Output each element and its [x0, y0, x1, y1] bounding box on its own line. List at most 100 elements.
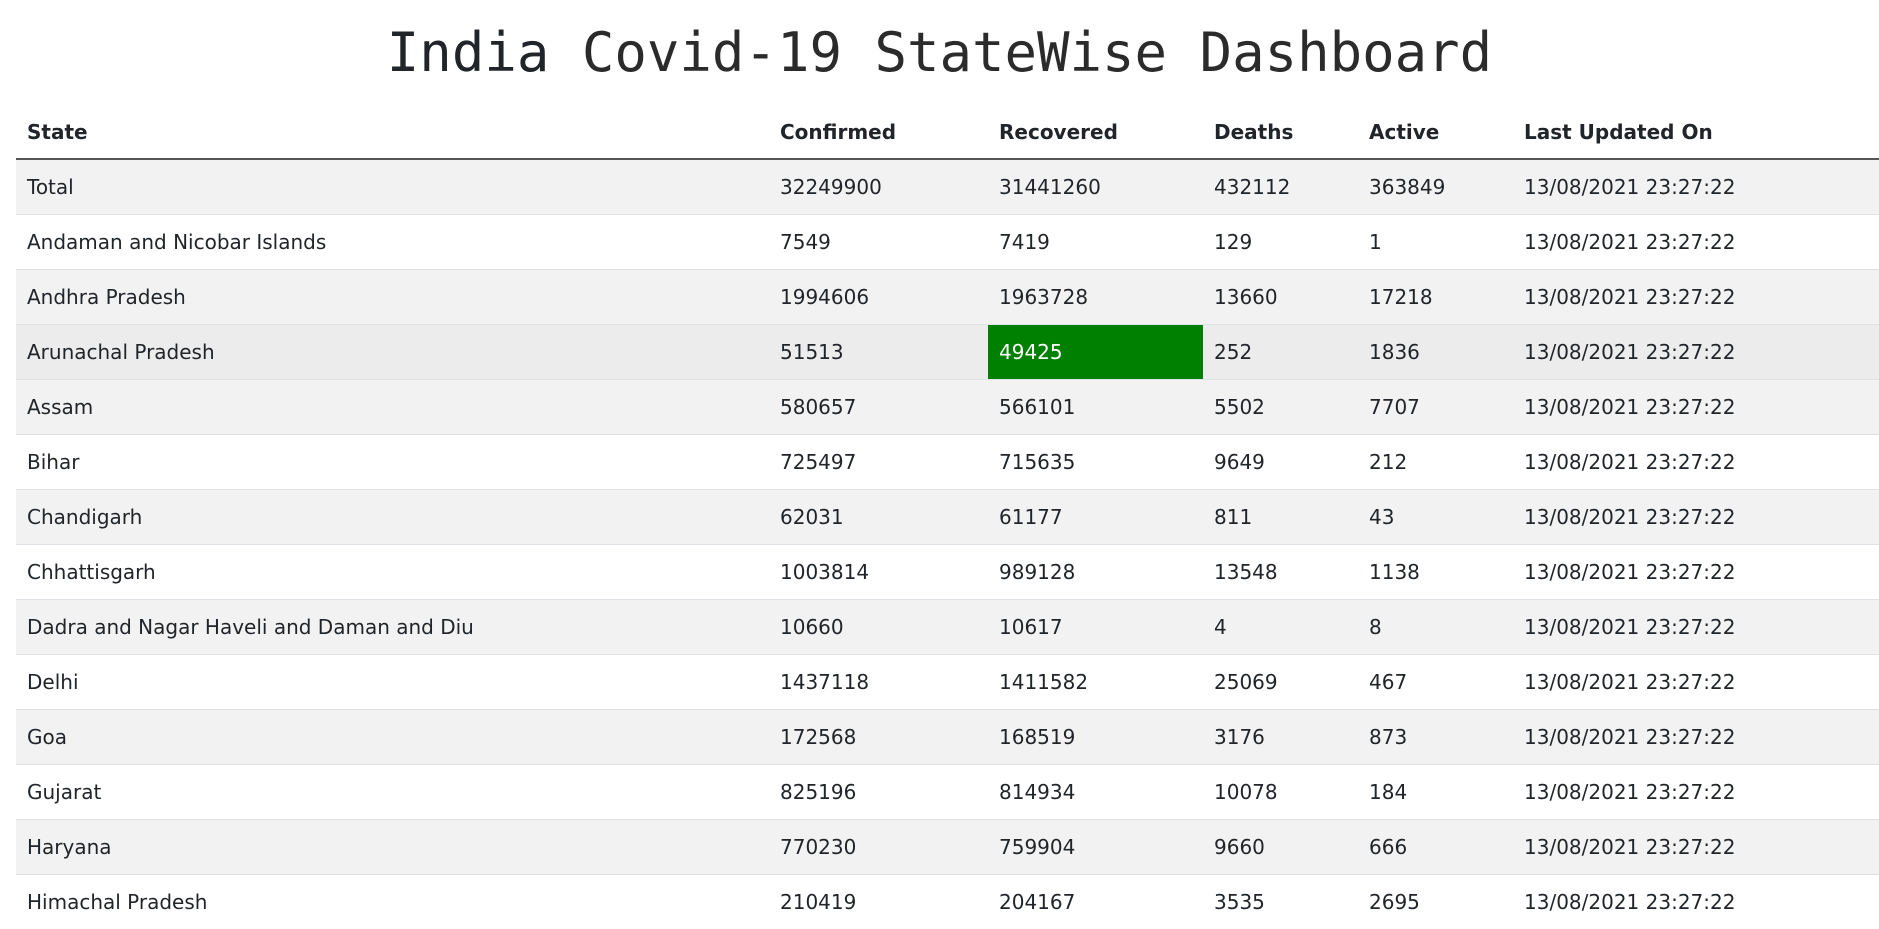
last-updated-cell: 13/08/2021 23:27:22 [1513, 545, 1879, 600]
active-cell: 212 [1358, 435, 1513, 490]
deaths-cell: 10078 [1203, 765, 1358, 820]
column-header-state[interactable]: State [16, 106, 769, 159]
table-row[interactable]: Haryana770230759904966066613/08/2021 23:… [16, 820, 1879, 875]
page-title: India Covid-19 StateWise Dashboard [0, 0, 1879, 106]
table-row[interactable]: Total322499003144126043211236384913/08/2… [16, 159, 1879, 215]
deaths-cell: 129 [1203, 215, 1358, 270]
column-header-active[interactable]: Active [1358, 106, 1513, 159]
active-cell: 873 [1358, 710, 1513, 765]
confirmed-cell: 770230 [769, 820, 988, 875]
state-cell: Haryana [16, 820, 769, 875]
table-row[interactable]: Gujarat8251968149341007818413/08/2021 23… [16, 765, 1879, 820]
last-updated-cell: 13/08/2021 23:27:22 [1513, 710, 1879, 765]
table-row[interactable]: Himachal Pradesh2104192041673535269513/0… [16, 875, 1879, 929]
column-header-last-updated[interactable]: Last Updated On [1513, 106, 1879, 159]
recovered-cell: 10617 [988, 600, 1203, 655]
active-cell: 467 [1358, 655, 1513, 710]
confirmed-cell: 725497 [769, 435, 988, 490]
confirmed-cell: 7549 [769, 215, 988, 270]
active-cell: 184 [1358, 765, 1513, 820]
table-header: State Confirmed Recovered Deaths Active … [16, 106, 1879, 159]
state-cell: Arunachal Pradesh [16, 325, 769, 380]
last-updated-cell: 13/08/2021 23:27:22 [1513, 435, 1879, 490]
deaths-cell: 3176 [1203, 710, 1358, 765]
state-cell: Gujarat [16, 765, 769, 820]
table-row[interactable]: Goa172568168519317687313/08/2021 23:27:2… [16, 710, 1879, 765]
state-cell: Goa [16, 710, 769, 765]
table-row[interactable]: Dadra and Nagar Haveli and Daman and Diu… [16, 600, 1879, 655]
statewise-table: State Confirmed Recovered Deaths Active … [16, 106, 1879, 929]
table-row[interactable]: Andhra Pradesh19946061963728136601721813… [16, 270, 1879, 325]
state-cell: Delhi [16, 655, 769, 710]
column-header-deaths[interactable]: Deaths [1203, 106, 1358, 159]
last-updated-cell: 13/08/2021 23:27:22 [1513, 655, 1879, 710]
recovered-cell: 7419 [988, 215, 1203, 270]
active-cell: 363849 [1358, 159, 1513, 215]
recovered-cell: 1963728 [988, 270, 1203, 325]
deaths-cell: 5502 [1203, 380, 1358, 435]
statewise-table-container: State Confirmed Recovered Deaths Active … [16, 106, 1879, 929]
table-row[interactable]: Assam5806575661015502770713/08/2021 23:2… [16, 380, 1879, 435]
state-cell: Assam [16, 380, 769, 435]
recovered-cell: 759904 [988, 820, 1203, 875]
last-updated-cell: 13/08/2021 23:27:22 [1513, 159, 1879, 215]
active-cell: 43 [1358, 490, 1513, 545]
deaths-cell: 9649 [1203, 435, 1358, 490]
state-cell: Total [16, 159, 769, 215]
deaths-cell: 13548 [1203, 545, 1358, 600]
table-row[interactable]: Delhi143711814115822506946713/08/2021 23… [16, 655, 1879, 710]
deaths-cell: 3535 [1203, 875, 1358, 929]
recovered-cell: 204167 [988, 875, 1203, 929]
confirmed-cell: 825196 [769, 765, 988, 820]
deaths-cell: 25069 [1203, 655, 1358, 710]
active-cell: 1 [1358, 215, 1513, 270]
deaths-cell: 9660 [1203, 820, 1358, 875]
state-cell: Chhattisgarh [16, 545, 769, 600]
recovered-cell: 989128 [988, 545, 1203, 600]
state-cell: Chandigarh [16, 490, 769, 545]
page-title-bold: India [387, 21, 550, 84]
active-cell: 1138 [1358, 545, 1513, 600]
table-header-row: State Confirmed Recovered Deaths Active … [16, 106, 1879, 159]
confirmed-cell: 32249900 [769, 159, 988, 215]
last-updated-cell: 13/08/2021 23:27:22 [1513, 215, 1879, 270]
last-updated-cell: 13/08/2021 23:27:22 [1513, 765, 1879, 820]
last-updated-cell: 13/08/2021 23:27:22 [1513, 875, 1879, 929]
table-row[interactable]: Chandigarh62031611778114313/08/2021 23:2… [16, 490, 1879, 545]
deaths-cell: 13660 [1203, 270, 1358, 325]
confirmed-cell: 172568 [769, 710, 988, 765]
table-row[interactable]: Chhattisgarh100381498912813548113813/08/… [16, 545, 1879, 600]
active-cell: 8 [1358, 600, 1513, 655]
recovered-cell: 814934 [988, 765, 1203, 820]
confirmed-cell: 1003814 [769, 545, 988, 600]
table-row[interactable]: Bihar725497715635964921213/08/2021 23:27… [16, 435, 1879, 490]
last-updated-cell: 13/08/2021 23:27:22 [1513, 600, 1879, 655]
state-cell: Himachal Pradesh [16, 875, 769, 929]
table-row[interactable]: Arunachal Pradesh5151349425252183613/08/… [16, 325, 1879, 380]
last-updated-cell: 13/08/2021 23:27:22 [1513, 325, 1879, 380]
last-updated-cell: 13/08/2021 23:27:22 [1513, 380, 1879, 435]
active-cell: 7707 [1358, 380, 1513, 435]
column-header-confirmed[interactable]: Confirmed [769, 106, 988, 159]
deaths-cell: 432112 [1203, 159, 1358, 215]
confirmed-cell: 580657 [769, 380, 988, 435]
recovered-cell: 715635 [988, 435, 1203, 490]
confirmed-cell: 1994606 [769, 270, 988, 325]
state-cell: Andaman and Nicobar Islands [16, 215, 769, 270]
recovered-cell: 1411582 [988, 655, 1203, 710]
deaths-cell: 4 [1203, 600, 1358, 655]
recovered-cell: 168519 [988, 710, 1203, 765]
confirmed-cell: 51513 [769, 325, 988, 380]
active-cell: 17218 [1358, 270, 1513, 325]
recovered-cell: 31441260 [988, 159, 1203, 215]
table-row[interactable]: Andaman and Nicobar Islands7549741912911… [16, 215, 1879, 270]
state-cell: Dadra and Nagar Haveli and Daman and Diu [16, 600, 769, 655]
last-updated-cell: 13/08/2021 23:27:22 [1513, 490, 1879, 545]
active-cell: 2695 [1358, 875, 1513, 929]
column-header-recovered[interactable]: Recovered [988, 106, 1203, 159]
state-cell: Bihar [16, 435, 769, 490]
state-cell: Andhra Pradesh [16, 270, 769, 325]
deaths-cell: 252 [1203, 325, 1358, 380]
recovered-cell: 61177 [988, 490, 1203, 545]
page-title-light: Covid-19 StateWise Dashboard [582, 21, 1492, 84]
